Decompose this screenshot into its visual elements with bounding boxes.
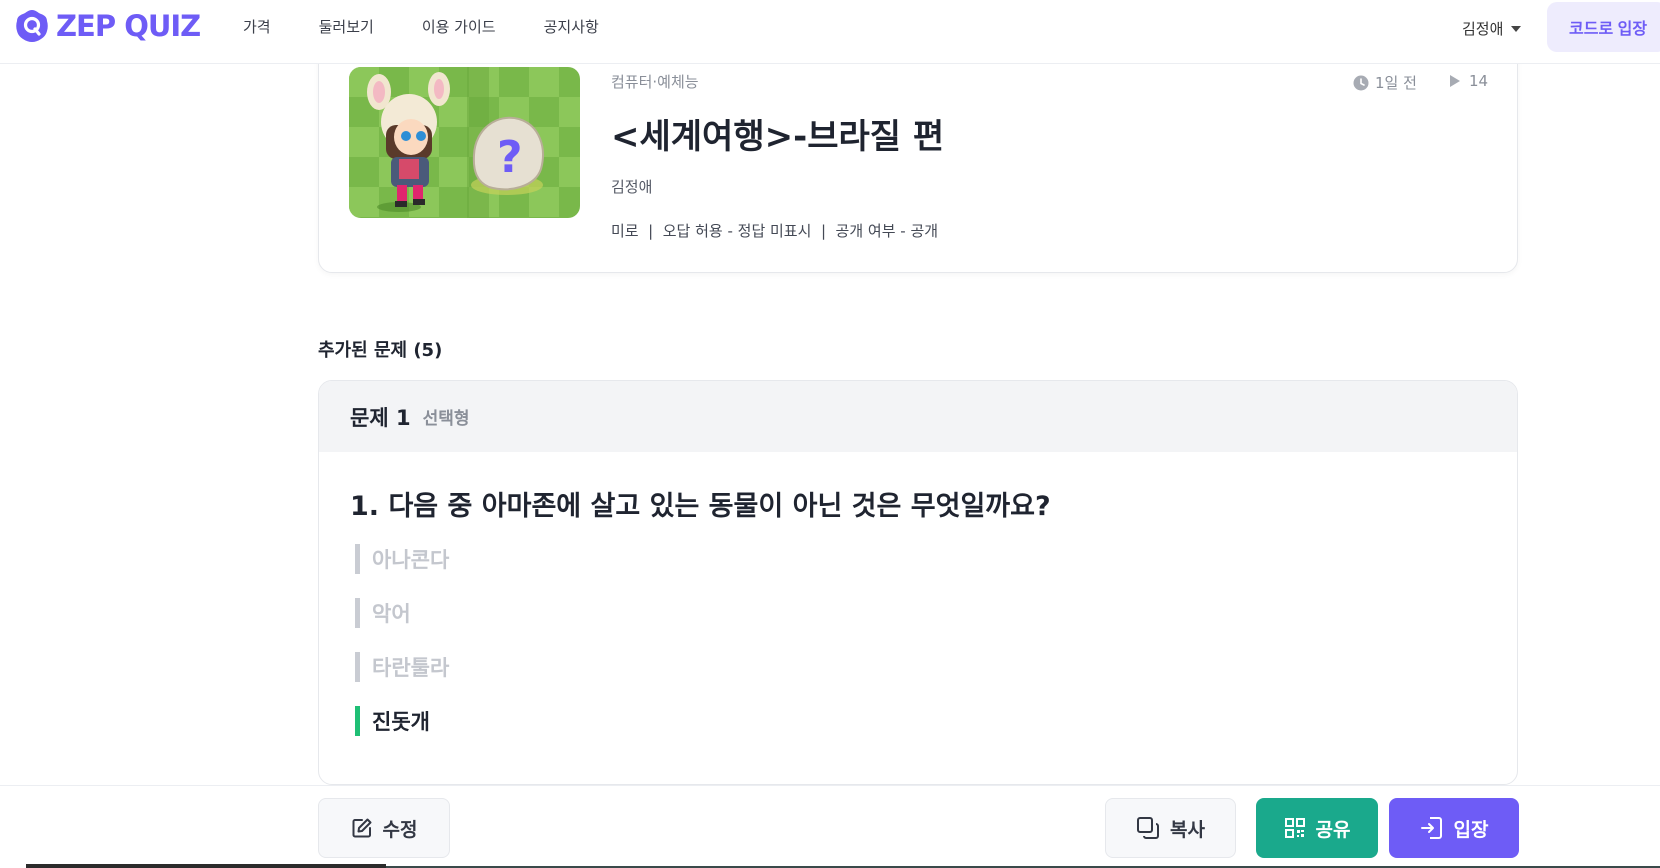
main-nav: 가격 둘러보기 이용 가이드 공지사항 (243, 16, 647, 37)
zep-logo-icon (16, 10, 48, 42)
copy-button[interactable]: 복사 (1105, 798, 1236, 858)
question-type: 선택형 (422, 409, 470, 429)
bottom-action-bar: 수정 복사 공유 입장 (0, 785, 1660, 868)
user-name: 김정애 (1462, 20, 1504, 38)
top-header: ZEP QUIZ 가격 둘러보기 이용 가이드 공지사항 김정애 코드로 입장 (0, 0, 1660, 64)
option-label: 악어 (372, 602, 411, 626)
quiz-title: <세계여행>-브라질 편 (611, 117, 945, 157)
logo-text: ZEP QUIZ (56, 9, 201, 43)
quiz-category: 컴퓨터·예체능 (611, 73, 699, 91)
answer-option: 악어 (355, 598, 411, 628)
answer-option: 아나콘다 (355, 544, 449, 574)
edit-button-label: 수정 (382, 819, 418, 841)
nav-item-notice[interactable]: 공지사항 (544, 16, 599, 37)
share-button-label: 공유 (1315, 819, 1351, 841)
edit-button[interactable]: 수정 (318, 798, 450, 858)
question-text: 1. 다음 중 아마존에 살고 있는 동물이 아닌 것은 무엇일까요? (350, 491, 1051, 522)
enter-button-label: 입장 (1453, 819, 1489, 841)
answer-option-correct: 진돗개 (355, 706, 430, 736)
share-button[interactable]: 공유 (1256, 798, 1378, 858)
caret-down-icon (1511, 25, 1522, 32)
option-label: 타란툴라 (372, 656, 450, 680)
option-marker (355, 598, 360, 628)
nav-item-pricing[interactable]: 가격 (243, 16, 271, 37)
enter-icon (1420, 817, 1442, 839)
option-label: 아나콘다 (372, 548, 450, 572)
quiz-thumbnail-image: ? (349, 67, 580, 218)
added-questions-heading: 추가된 문제 (5) (318, 340, 443, 361)
option-label: 진돗개 (372, 710, 430, 734)
copy-icon (1137, 817, 1160, 839)
nav-item-browse[interactable]: 둘러보기 (319, 16, 374, 37)
code-entry-button[interactable]: 코드로 입장 (1547, 2, 1660, 52)
play-count-text: 14 (1469, 72, 1489, 90)
edit-icon (352, 818, 372, 838)
qr-code-icon (1284, 818, 1305, 838)
play-icon (1450, 75, 1460, 87)
quiz-author: 김정애 (611, 178, 653, 196)
question-number: 문제 1 (350, 405, 411, 430)
question-card: 문제 1 선택형 1. 다음 중 아마존에 살고 있는 동물이 아닌 것은 무엇… (318, 380, 1518, 785)
quiz-play-count: 14 (1449, 72, 1488, 90)
copy-button-label: 복사 (1170, 819, 1205, 841)
answer-option: 타란툴라 (355, 652, 449, 682)
option-marker (355, 652, 360, 682)
quiz-created-time: 1일 전 (1353, 72, 1417, 93)
nav-item-guide[interactable]: 이용 가이드 (422, 16, 496, 37)
svg-text:?: ? (497, 132, 523, 183)
question-card-header: 문제 1 선택형 (319, 381, 1517, 452)
option-marker (355, 544, 360, 574)
taskbar-edge (26, 864, 386, 868)
quiz-settings: 미로 | 오답 허용 - 정답 미표시 | 공개 여부 - 공개 (611, 222, 939, 240)
quiz-info-card: ? 컴퓨터·예체능 1일 전 14 <세계여행>-브라질 편 김정애 미로 | … (318, 30, 1518, 273)
correct-option-marker (355, 706, 360, 736)
enter-button[interactable]: 입장 (1389, 798, 1519, 858)
quiz-thumbnail: ? (349, 67, 580, 218)
user-menu[interactable]: 김정애 (1462, 18, 1522, 39)
clock-icon (1353, 75, 1369, 90)
time-ago-text: 1일 전 (1375, 74, 1417, 92)
logo[interactable]: ZEP QUIZ (14, 8, 201, 44)
